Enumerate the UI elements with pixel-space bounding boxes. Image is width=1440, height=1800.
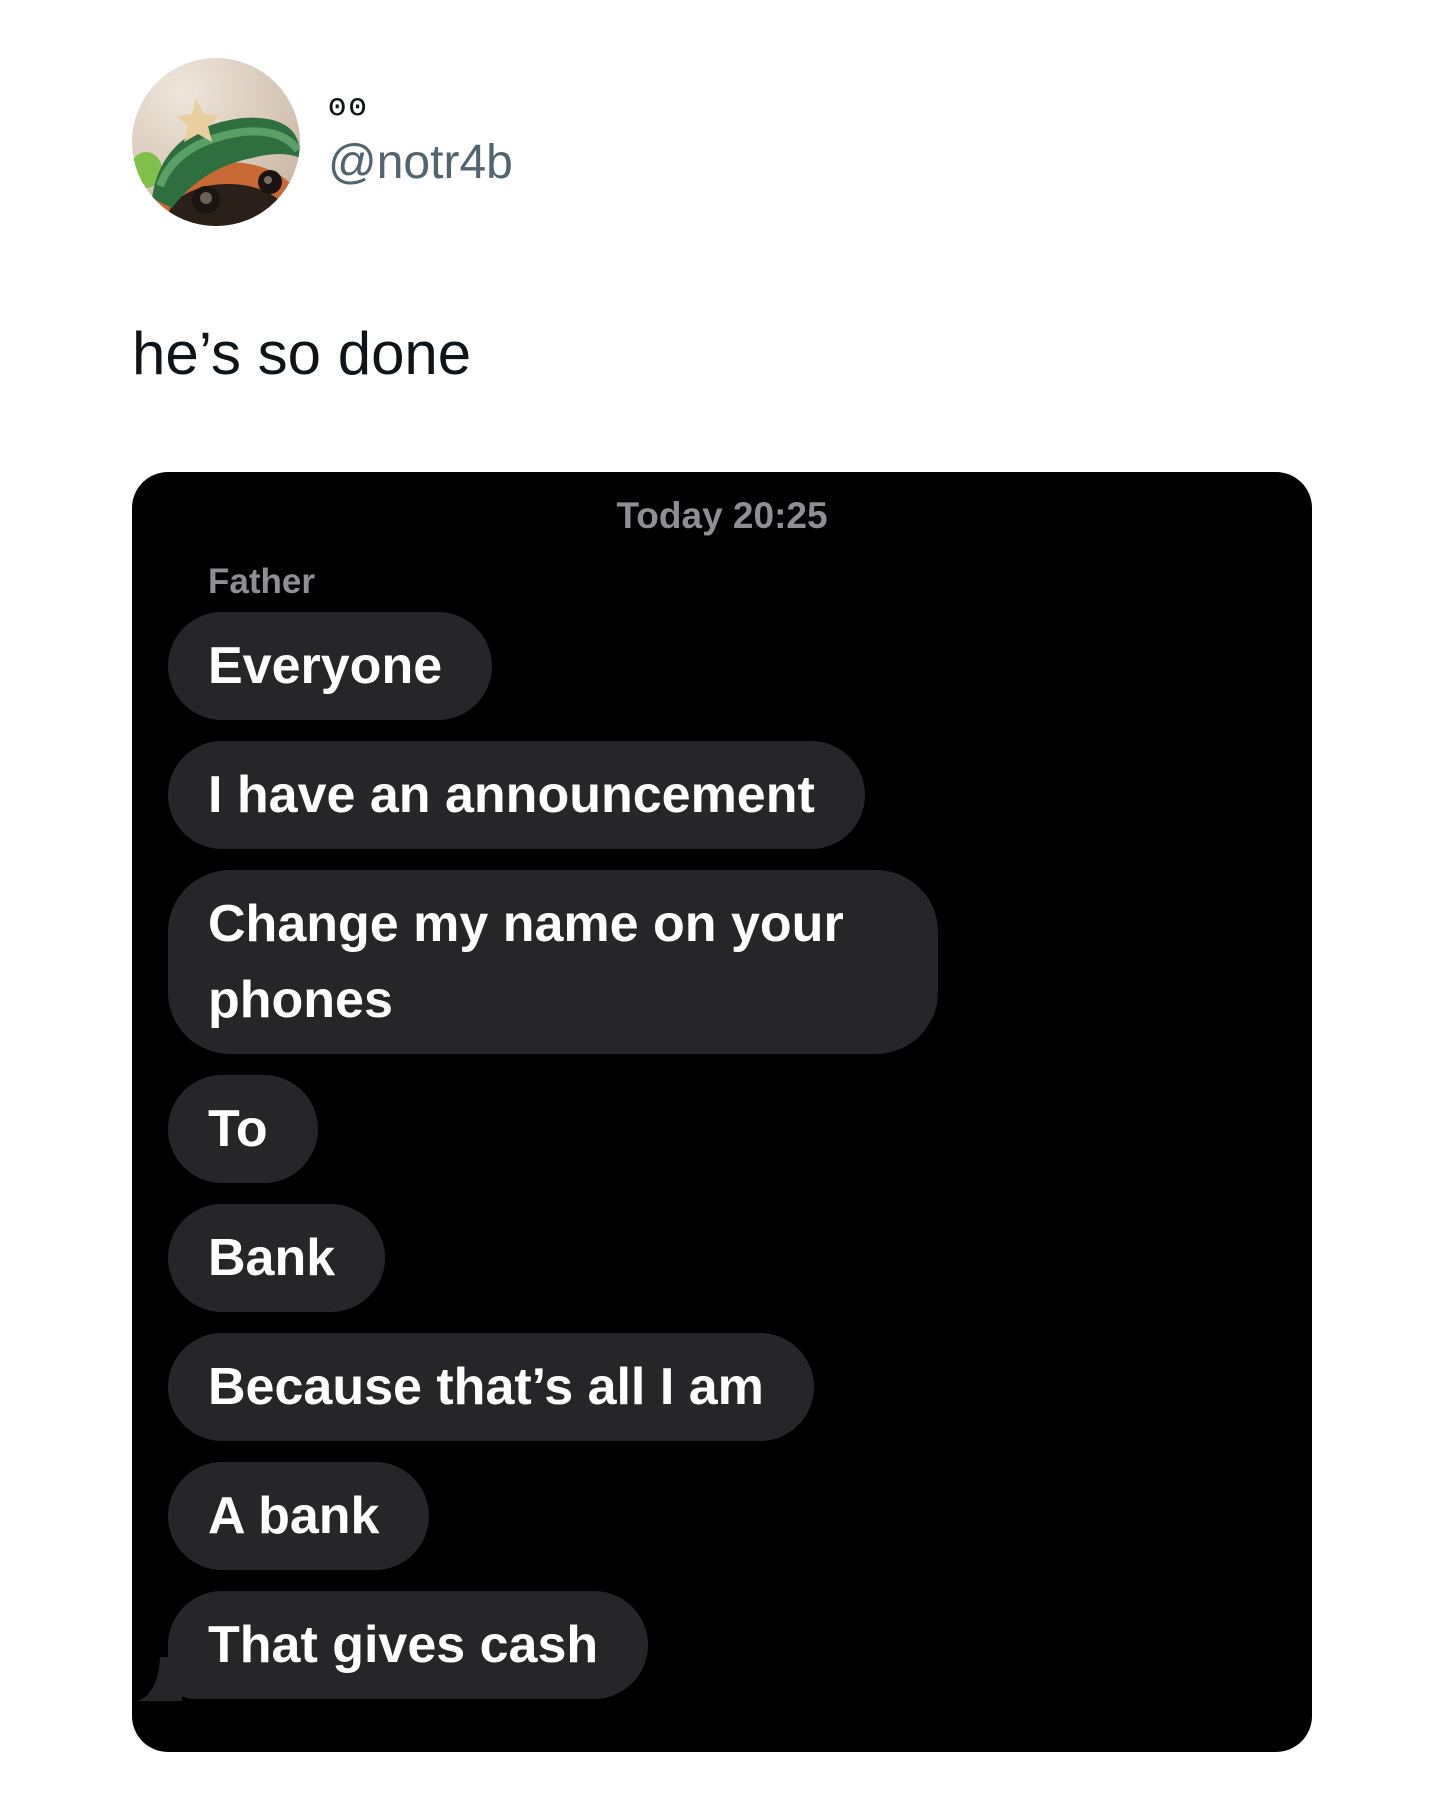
message-thread: Everyone I have an announcement Change m… xyxy=(138,612,1268,1720)
message-bubble: To xyxy=(168,1075,318,1183)
message-bubble-last: That gives cash xyxy=(138,1591,649,1701)
tweet-header: ꙩꙩ @notr4b xyxy=(132,58,513,226)
avatar-cat-photo-icon xyxy=(132,58,300,226)
user-handle[interactable]: @notr4b xyxy=(328,135,513,191)
tweet-text: he’s so done xyxy=(132,320,472,387)
bubble-tail-icon xyxy=(138,1657,182,1701)
display-name[interactable]: ꙩꙩ xyxy=(328,87,513,125)
message-bubble: Because that’s all I am xyxy=(168,1333,814,1441)
attached-screenshot[interactable]: Today 20:25 Father Everyone I have an an… xyxy=(132,472,1312,1752)
tweet-card: ꙩꙩ @notr4b he’s so done Today 20:25 Fath… xyxy=(0,0,1440,1800)
message-bubble: Everyone xyxy=(168,612,493,720)
user-block: ꙩꙩ @notr4b xyxy=(328,88,513,191)
message-timestamp: Today 20:25 xyxy=(616,495,828,536)
avatar[interactable] xyxy=(132,58,300,226)
message-bubble: A bank xyxy=(168,1462,430,1570)
message-bubble: Change my name on your phones xyxy=(168,870,938,1054)
message-bubble: I have an announcement xyxy=(168,741,865,849)
sender-name: Father xyxy=(208,562,315,601)
message-text: That gives cash xyxy=(208,1616,599,1674)
message-bubble: Bank xyxy=(168,1204,386,1312)
